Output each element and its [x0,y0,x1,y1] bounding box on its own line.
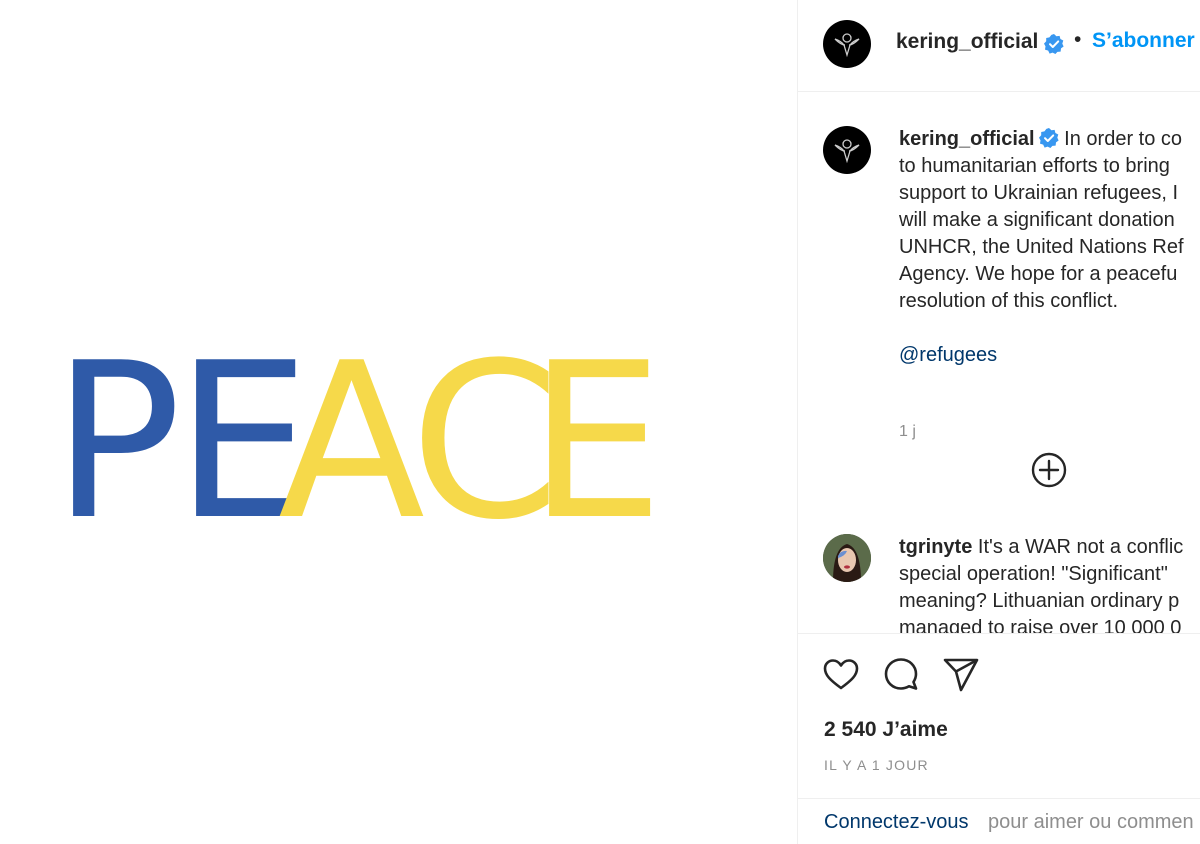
letter-e2: E [528,316,664,567]
comment-line: special operation! "Significant" [899,563,1168,585]
caption-line: UNHCR, the United Nations Ref [899,236,1184,258]
follow-button[interactable]: S’abonner [1092,29,1195,53]
caption-text: kering_official In order to co to humani… [899,126,1200,369]
author-avatar[interactable] [823,20,871,68]
letter-p: P [52,316,182,567]
mention-link[interactable]: @refugees [899,342,1200,369]
comment-username[interactable]: tgrinyte [899,536,972,558]
verified-badge-icon [1044,34,1064,54]
caption-line: Agency. We hope for a peacefu [899,263,1178,285]
comment-line: managed to raise over 10 000 0 [899,617,1182,633]
author-username[interactable]: kering_official [896,30,1038,54]
caption-line: will make a significant donation [899,209,1175,231]
commenter-avatar[interactable] [823,534,871,582]
caption-line: support to Ukrainian refugees, I [899,182,1179,204]
plus-circle-icon[interactable] [1030,451,1068,489]
caption-line: kering_official In order to co [899,126,1200,153]
caption-avatar[interactable] [823,126,871,174]
kering-logo-icon [834,139,860,164]
login-prompt-text: pour aimer ou commen [988,811,1194,833]
verified-badge-icon [1038,128,1059,148]
caption-line-text: In order to co [1064,128,1183,150]
post-image[interactable]: P E A C E [0,0,797,844]
caption-line: resolution of this conflict. [899,290,1118,312]
caption-line: to humanitarian efforts to bring [899,155,1170,177]
login-prompt: Connectez-vous pour aimer ou commen [798,798,1200,844]
heart-icon[interactable] [822,656,860,694]
post-header: kering_official • S’abonner [798,0,1200,92]
peace-graphic: P E A C E [52,316,664,567]
comment-text: tgrinyte It's a WAR not a conflic specia… [899,534,1200,633]
comment-icon[interactable] [882,656,920,694]
kering-logo-icon [834,33,860,58]
comment-line: meaning? Lithuanian ordinary p [899,590,1180,612]
post-date[interactable]: IL Y A 1 JOUR [824,757,929,773]
comments-section[interactable]: kering_official In order to co to humani… [798,93,1200,633]
comment-line-text: It's a WAR not a conflic [977,536,1184,558]
post-actions: 2 540 J’aime IL Y A 1 JOUR Connectez-vou… [798,633,1200,844]
letter-a: A [278,316,425,567]
likes-count[interactable]: 2 540 J’aime [824,718,948,742]
caption-username[interactable]: kering_official [899,128,1035,150]
post-side-panel: kering_official • S’abonner kering_offic… [797,0,1200,844]
comment-line: tgrinyte It's a WAR not a conflic [899,534,1200,561]
user-photo-icon [823,534,871,582]
login-link[interactable]: Connectez-vous [824,811,969,834]
caption-time[interactable]: 1 j [899,423,916,441]
share-icon[interactable] [942,656,980,694]
header-separator: • [1074,28,1082,51]
